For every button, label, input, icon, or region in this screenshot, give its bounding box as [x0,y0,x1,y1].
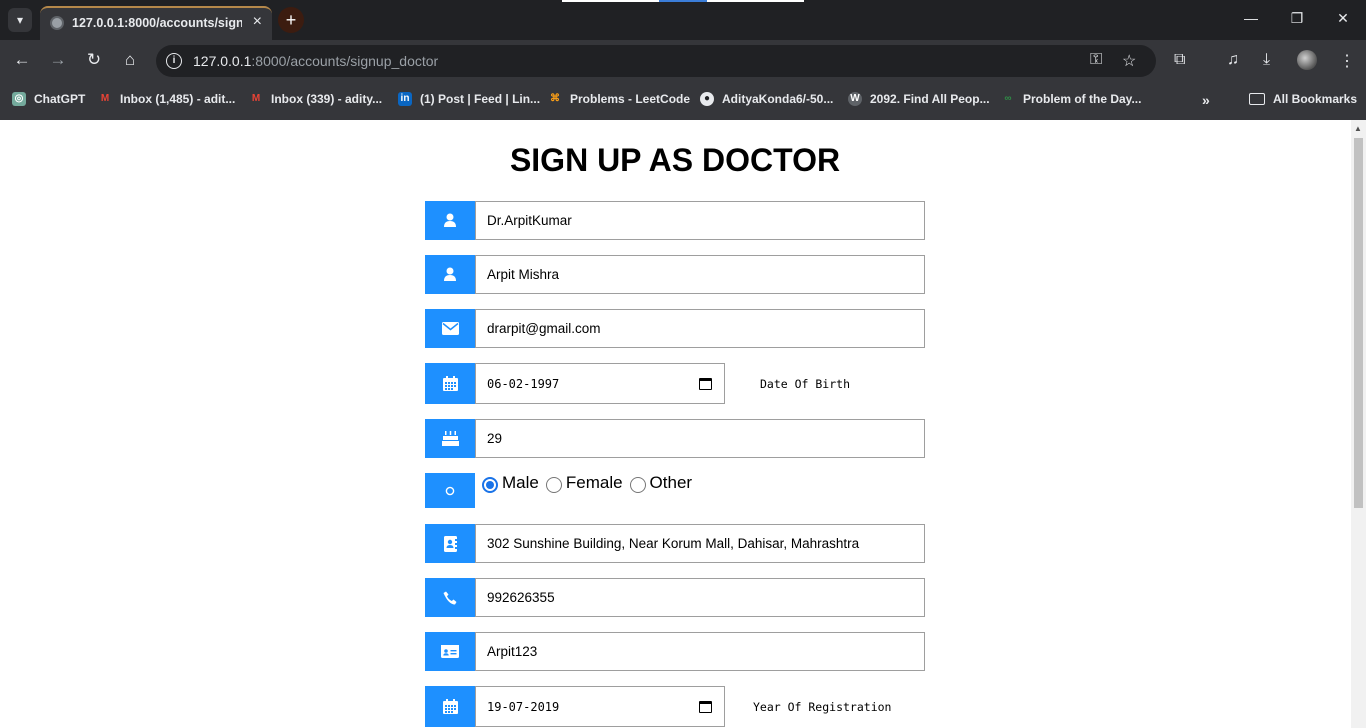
bookmarks-bar: ◎ ChatGPT M Inbox (1,485) - adit... M Inbox… [0,80,1366,120]
gender-radio-group: Male Female Other [475,473,699,512]
address-input[interactable]: 302 Sunshine Building, Near Korum Mall, … [475,524,925,563]
restore-icon[interactable]: ❐ [1287,10,1307,27]
gender-radio-female[interactable] [545,477,562,493]
registration-date-value: 19-07-2019 [487,699,560,714]
menu-kebab-icon[interactable]: ⋮ [1339,51,1355,71]
tab-strip: ▾ 127.0.0.1:8000/accounts/signup_doctor … [0,0,1366,40]
bookmark-item[interactable]: ∞ Problem of the Day... [1001,92,1141,106]
bookmark-item[interactable]: W 2092. Find All Peop... [848,92,990,106]
home-icon[interactable]: ⌂ [120,50,140,70]
date-picker-icon[interactable] [699,700,712,713]
bookmark-item[interactable]: ⌘ Problems - LeetCode [548,92,690,106]
media-control-icon[interactable]: ♫ [1227,51,1239,69]
download-icon[interactable]: ⤓ [1263,51,1270,69]
more-bookmarks-chevron-icon[interactable]: » [1202,92,1210,108]
dob-value: 06-02-1997 [487,376,560,391]
linkedin-icon: in [398,92,412,106]
folder-icon [1249,93,1265,105]
gender-label-female: Female [565,473,623,492]
password-key-icon[interactable]: ⚿ [1090,51,1102,69]
new-tab-plus-icon[interactable]: + [278,7,304,33]
w-icon: W [848,92,862,106]
bookmark-item[interactable]: in (1) Post | Feed | Lin... [398,92,540,106]
dob-label: Date Of Birth [760,377,851,391]
id-card-icon [425,632,475,671]
bookmark-item[interactable]: ● AdityaKonda6/-50... [700,92,833,106]
gender-radio-male[interactable] [482,477,498,493]
calendar-icon [425,363,475,404]
gender-circle-icon [425,473,475,508]
page-content: SIGN UP AS DOCTOR Dr.ArpitKumar Arpit Mi… [0,120,1366,728]
gender-label-other: Other [649,473,693,492]
user-icon [425,201,475,240]
bookmark-item[interactable]: ◎ ChatGPT [12,92,85,106]
gfg-icon: ∞ [1004,93,1012,104]
back-arrow-icon[interactable]: ← [12,50,32,70]
gender-radio-other[interactable] [629,477,646,493]
gmail-icon: M [251,93,261,104]
page-title: SIGN UP AS DOCTOR [509,142,841,178]
registration-number-input[interactable]: Arpit123 [475,632,925,671]
profile-avatar[interactable] [1297,50,1317,70]
user-icon [425,255,475,294]
gmail-icon: M [100,93,110,104]
close-window-icon[interactable]: ✕ [1333,10,1353,27]
bookmark-star-icon[interactable]: ☆ [1122,51,1136,71]
dob-date-input[interactable]: 06-02-1997 [475,363,725,404]
address-book-icon [425,524,475,563]
bookmark-item[interactable]: M Inbox (339) - adity... [249,92,382,106]
email-input[interactable]: drarpit@gmail.com [475,309,925,348]
age-input[interactable]: 29 [475,419,925,458]
address-bar[interactable]: i 127.0.0.1:8000/accounts/signup_doctor … [156,45,1156,77]
globe-icon [50,16,64,30]
reload-icon[interactable]: ↻ [84,50,104,70]
minimize-icon[interactable]: — [1241,10,1261,26]
leetcode-icon: ⌘ [550,93,560,104]
birthday-cake-icon [425,419,475,458]
scrollbar-thumb[interactable] [1354,138,1363,508]
registration-date-input[interactable]: 19-07-2019 [475,686,725,727]
active-tab[interactable]: 127.0.0.1:8000/accounts/signup_doctor × [40,6,272,40]
all-bookmarks[interactable]: All Bookmarks [1249,92,1357,106]
phone-icon [425,578,475,617]
username-input[interactable]: Dr.ArpitKumar [475,201,925,240]
extensions-icon[interactable]: ⧉ [1174,51,1185,69]
date-picker-icon[interactable] [699,377,712,390]
forward-arrow-icon[interactable]: → [48,50,68,70]
calendar-icon [425,686,475,727]
tab-search-chevron-icon[interactable]: ▾ [8,8,32,32]
envelope-icon [425,309,475,348]
phone-input[interactable]: 992626355 [475,578,925,617]
page-scrollbar[interactable]: ▲ [1351,120,1366,728]
chatgpt-icon: ◎ [12,92,26,106]
close-tab-icon[interactable]: × [253,14,262,30]
fullname-input[interactable]: Arpit Mishra [475,255,925,294]
top-edge-indicator [562,0,804,2]
tab-title: 127.0.0.1:8000/accounts/signup_doctor [72,16,242,30]
github-icon: ● [700,92,714,106]
browser-toolbar: ← → ↻ ⌂ i 127.0.0.1:8000/accounts/signup… [0,40,1366,80]
url-text[interactable]: 127.0.0.1:8000/accounts/signup_doctor [193,53,438,69]
registration-date-label: Year Of Registration [753,700,892,714]
scroll-up-arrow-icon[interactable]: ▲ [1354,124,1362,133]
bookmark-item[interactable]: M Inbox (1,485) - adit... [98,92,236,106]
gender-label-male: Male [502,473,539,492]
site-info-icon[interactable]: i [166,53,182,69]
